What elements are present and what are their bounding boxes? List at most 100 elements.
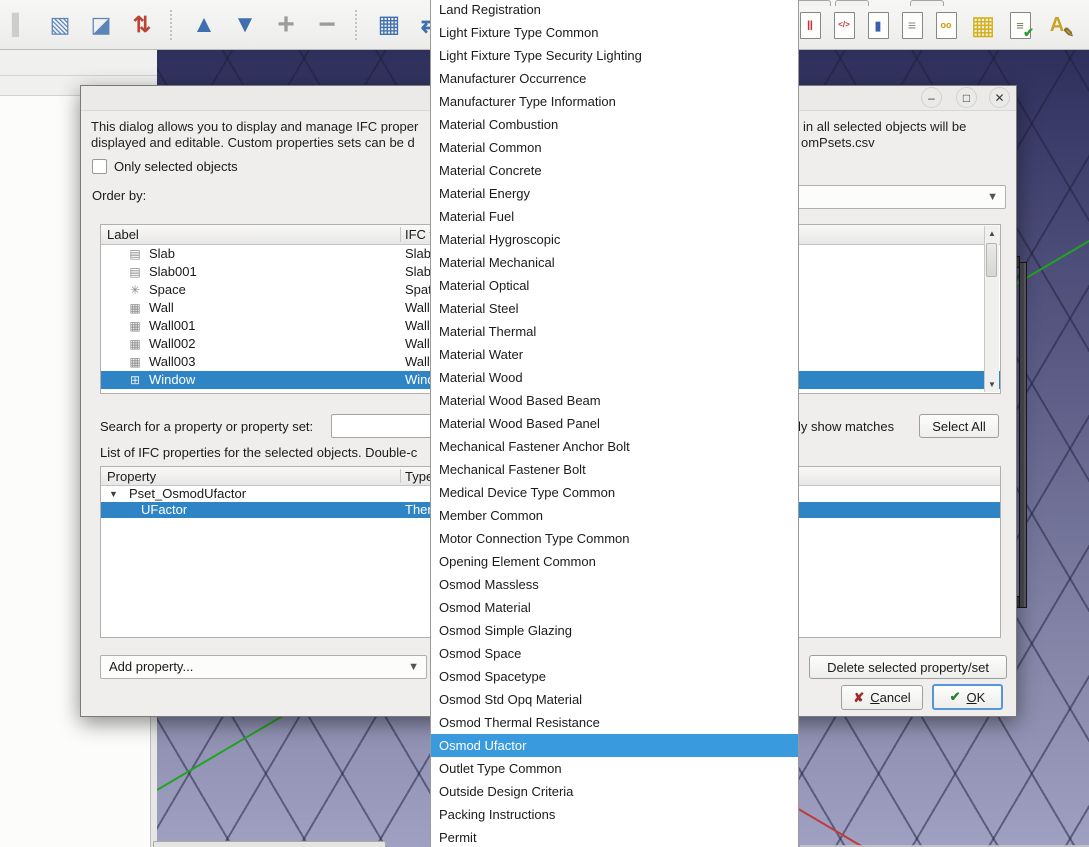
annotation-icon[interactable]: A✎ — [1042, 8, 1072, 42]
dropdown-item-label: Osmod Material — [439, 600, 531, 615]
spreadsheet-icon[interactable]: ▦ — [968, 8, 998, 42]
expand-triangle-icon[interactable]: ▼ — [109, 486, 118, 502]
dropdown-item[interactable]: Material Combustion — [431, 113, 798, 136]
slab-icon: ▤ — [127, 263, 143, 281]
doc-layers-icon[interactable]: ≡ — [900, 8, 924, 42]
views-grid-icon[interactable]: ▦ — [374, 8, 404, 42]
doc-code-icon[interactable]: </> — [832, 8, 856, 42]
dropdown-item[interactable]: Light Fixture Type Security Lighting — [431, 44, 798, 67]
object-label: Wall002 — [149, 335, 195, 353]
toolbar-icon-glyph: ▦ — [378, 13, 401, 37]
dropdown-item[interactable]: Osmod Ufactor — [431, 734, 798, 757]
scroll-up-icon[interactable]: ▲ — [985, 229, 999, 238]
dropdown-item[interactable]: Material Wood Based Beam — [431, 389, 798, 412]
cancel-button[interactable]: ✘ Cancel — [841, 685, 923, 710]
object-label: Slab — [149, 245, 175, 263]
column-divider[interactable] — [400, 469, 401, 483]
dropdown-item[interactable]: Osmod Material — [431, 596, 798, 619]
toolbar-tab-stub — [797, 0, 831, 6]
column-property[interactable]: Property — [107, 469, 156, 484]
dropdown-item[interactable]: Outlet Type Common — [431, 757, 798, 780]
ok-button[interactable]: ✔ OK — [932, 684, 1003, 710]
dropdown-item[interactable]: Material Wood Based Panel — [431, 412, 798, 435]
column-divider[interactable] — [400, 227, 401, 242]
close-button[interactable]: ✕ — [989, 87, 1010, 108]
dropdown-item[interactable]: Material Hygroscopic — [431, 228, 798, 251]
dropdown-item[interactable]: Osmod Std Opq Material — [431, 688, 798, 711]
swap-arrows-icon[interactable]: ⇅ — [127, 8, 157, 42]
dropdown-item[interactable]: Mechanical Fastener Bolt — [431, 458, 798, 481]
column-ifc-type[interactable]: IFC t — [405, 227, 433, 242]
doc-book-icon[interactable]: ▮ — [866, 8, 890, 42]
remove-icon[interactable]: − — [312, 8, 342, 42]
add-icon[interactable]: + — [271, 8, 301, 42]
dropdown-item[interactable]: Manufacturer Type Information — [431, 90, 798, 113]
dropdown-item[interactable]: Material Concrete — [431, 159, 798, 182]
bottom-scroll-stub[interactable] — [153, 841, 386, 847]
dropdown-item[interactable]: Manufacturer Occurrence — [431, 67, 798, 90]
dropdown-item[interactable]: Material Mechanical — [431, 251, 798, 274]
drawing-sheet-icon[interactable]: ◪ — [86, 8, 116, 42]
dropdown-item[interactable]: Material Energy — [431, 182, 798, 205]
dropdown-item[interactable]: Material Optical — [431, 274, 798, 297]
column-type[interactable]: Type — [405, 469, 433, 484]
object-label: Space — [149, 281, 186, 299]
checklist-icon[interactable]: ≡✔ — [1008, 8, 1032, 42]
dropdown-item[interactable]: Opening Element Common — [431, 550, 798, 573]
dropdown-item[interactable]: Material Water — [431, 343, 798, 366]
dropdown-item[interactable]: Osmod Space — [431, 642, 798, 665]
partial-icon[interactable]: ▌ — [4, 8, 34, 42]
add-property-combobox[interactable]: Add property... ▼ — [100, 655, 427, 679]
only-selected-checkbox[interactable] — [92, 159, 107, 174]
dropdown-item[interactable]: Material Fuel — [431, 205, 798, 228]
maximize-button[interactable]: □ — [956, 87, 977, 108]
dropdown-item[interactable]: Material Thermal — [431, 320, 798, 343]
dropdown-item[interactable]: Member Common — [431, 504, 798, 527]
move-down-icon[interactable]: ▼ — [230, 8, 260, 42]
object-ifc-type: Slab — [405, 263, 431, 281]
window-icon: ⊞ — [127, 371, 143, 389]
scrollbar-thumb[interactable] — [986, 243, 997, 277]
minimize-button[interactable]: – — [921, 87, 942, 108]
annotation-icon-badge: ✎ — [1063, 25, 1074, 41]
dropdown-item-label: Material Steel — [439, 301, 518, 316]
dropdown-item-label: Material Wood — [439, 370, 523, 385]
dropdown-item[interactable]: Material Steel — [431, 297, 798, 320]
wall-3d-shape[interactable] — [1019, 262, 1027, 608]
dropdown-item[interactable]: Osmod Thermal Resistance — [431, 711, 798, 734]
delete-property-label: Delete selected property/set — [827, 660, 989, 675]
toolbar-icon-glyph: ⇅ — [133, 14, 151, 36]
dropdown-item[interactable]: Osmod Massless — [431, 573, 798, 596]
dropdown-item[interactable]: Material Common — [431, 136, 798, 159]
dropdown-item[interactable]: Permit — [431, 826, 798, 847]
dropdown-item[interactable]: Light Fixture Type Common — [431, 21, 798, 44]
delete-property-button[interactable]: Delete selected property/set — [809, 655, 1007, 679]
move-up-icon[interactable]: ▲ — [189, 8, 219, 42]
column-label[interactable]: Label — [107, 227, 139, 242]
wall-icon: ▦ — [127, 335, 143, 353]
scroll-down-icon[interactable]: ▼ — [985, 380, 999, 389]
dropdown-item-label: Material Optical — [439, 278, 529, 293]
dropdown-item[interactable]: Land Registration — [431, 0, 798, 21]
dropdown-item[interactable]: Packing Instructions — [431, 803, 798, 826]
ok-label: OK — [967, 690, 986, 705]
fit-zoom-icon[interactable]: ▧ — [45, 8, 75, 42]
select-all-button[interactable]: Select All — [919, 414, 999, 438]
dropdown-item[interactable]: Medical Device Type Common — [431, 481, 798, 504]
dropdown-item[interactable]: Outside Design Criteria — [431, 780, 798, 803]
object-ifc-type: Wall — [405, 299, 430, 317]
doc-coins-icon[interactable]: oo — [934, 8, 958, 42]
toolbar-icon-glyph: ▧ — [50, 14, 71, 36]
dropdown-item[interactable]: Osmod Spacetype — [431, 665, 798, 688]
dropdown-item[interactable]: Material Wood — [431, 366, 798, 389]
dialog-description-line2-cont: omPsets.csv — [801, 135, 875, 150]
dropdown-item-label: Osmod Massless — [439, 577, 539, 592]
dropdown-item[interactable]: Osmod Simple Glazing — [431, 619, 798, 642]
doc-bars-icon[interactable]: ‖ — [798, 8, 822, 42]
application-window: ▌ ▧ ◪ ⇅ ▲ ▼ + − ▦ ⇄ ∴ ◫ — [0, 0, 1089, 847]
dropdown-item[interactable]: Motor Connection Type Common — [431, 527, 798, 550]
toolbar-separator — [170, 10, 176, 40]
dropdown-item[interactable]: Mechanical Fastener Anchor Bolt — [431, 435, 798, 458]
space-icon: ✳ — [127, 281, 143, 299]
vertical-scrollbar[interactable]: ▲ ▼ — [984, 226, 999, 392]
